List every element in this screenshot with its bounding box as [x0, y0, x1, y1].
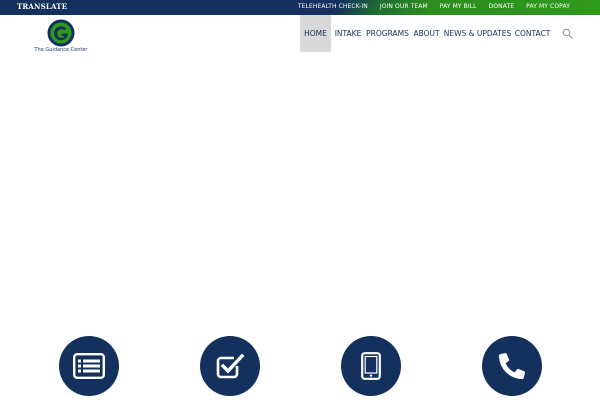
page: TRANSLATE TELEHEALTH CHECK-IN JOIN OUR T…	[0, 0, 600, 400]
pay-my-copay-link[interactable]: PAY MY COPAY	[526, 3, 570, 10]
site-logo[interactable]: The Guidance Center	[31, 19, 91, 53]
utility-links: TELEHEALTH CHECK-IN JOIN OUR TEAM PAY MY…	[298, 3, 570, 10]
nav-item-contact[interactable]: CONTACT	[512, 15, 553, 52]
top-utility-bar: TRANSLATE TELEHEALTH CHECK-IN JOIN OUR T…	[0, 0, 600, 15]
main-navigation: HOME INTAKE PROGRAMS ABOUT NEWS & UPDATE…	[300, 15, 553, 52]
feature-contact-button[interactable]	[482, 336, 542, 396]
telehealth-checkin-link[interactable]: TELEHEALTH CHECK-IN	[298, 3, 368, 10]
nav-item-about[interactable]: ABOUT	[410, 15, 443, 52]
list-form-icon	[73, 353, 105, 379]
phone-icon	[499, 353, 525, 379]
join-our-team-link[interactable]: JOIN OUR TEAM	[380, 3, 428, 10]
feature-forms-button[interactable]	[59, 336, 119, 396]
translate-link[interactable]: TRANSLATE	[17, 2, 67, 11]
tablet-icon	[361, 352, 381, 380]
nav-item-programs[interactable]: PROGRAMS	[365, 15, 410, 52]
search-icon[interactable]	[562, 28, 573, 39]
nav-item-news-updates[interactable]: NEWS & UPDATES	[443, 15, 512, 52]
checkbox-icon	[216, 353, 245, 379]
pay-my-bill-link[interactable]: PAY MY BILL	[440, 3, 477, 10]
feature-checklist-button[interactable]	[200, 336, 260, 396]
site-header: The Guidance Center HOME INTAKE PROGRAMS…	[0, 15, 600, 53]
donate-link[interactable]: DONATE	[489, 3, 515, 10]
guidance-center-logo-icon	[47, 19, 75, 47]
nav-item-intake[interactable]: INTAKE	[331, 15, 365, 52]
hero-area	[0, 52, 600, 334]
feature-telehealth-button[interactable]	[341, 336, 401, 396]
nav-item-home[interactable]: HOME	[300, 15, 331, 52]
